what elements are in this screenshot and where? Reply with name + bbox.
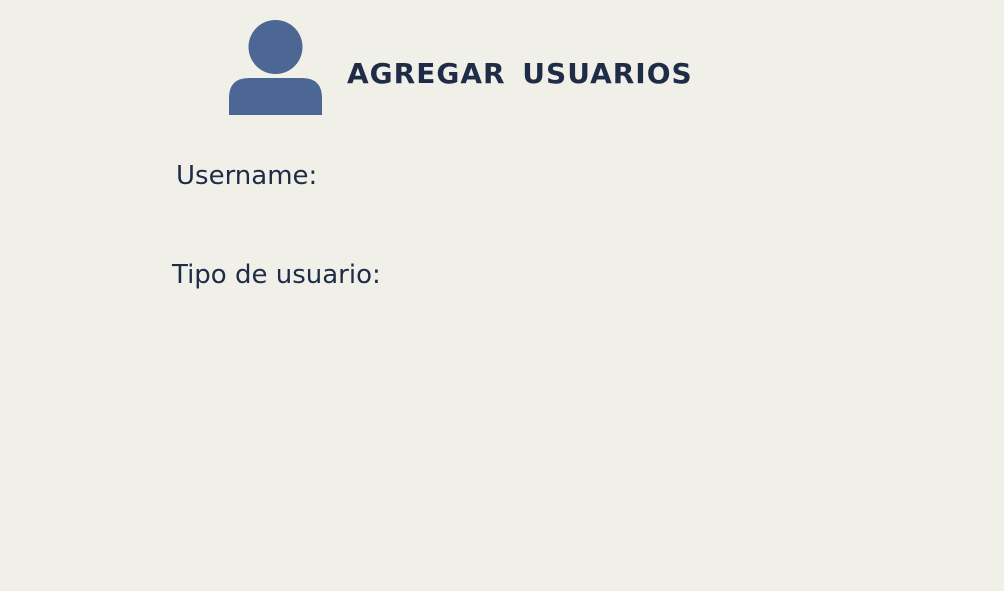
username-label: Username:: [176, 161, 318, 191]
user-icon: [228, 20, 323, 115]
page-title: AGREGAR USUARIOS: [347, 57, 693, 90]
add-users-page: AGREGAR USUARIOS Username: Tipo de usuar…: [0, 0, 1004, 591]
user-type-label: Tipo de usuario:: [172, 260, 381, 290]
